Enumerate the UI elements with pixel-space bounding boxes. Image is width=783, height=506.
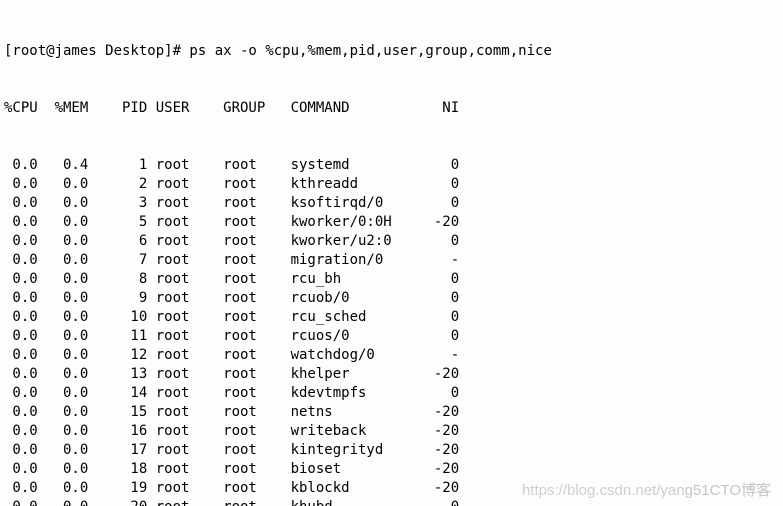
- ps-row: 0.0 0.0 15 root root netns -20: [4, 403, 779, 422]
- ps-row: 0.0 0.0 12 root root watchdog/0 -: [4, 346, 779, 365]
- ps-row: 0.0 0.0 9 root root rcuob/0 0: [4, 289, 779, 308]
- ps-rows: 0.0 0.4 1 root root systemd 0 0.0 0.0 2 …: [4, 156, 779, 506]
- ps-row: 0.0 0.0 7 root root migration/0 -: [4, 251, 779, 270]
- ps-row: 0.0 0.0 6 root root kworker/u2:0 0: [4, 232, 779, 251]
- ps-header-row: %CPU %MEM PID USER GROUP COMMAND NI: [4, 99, 779, 118]
- ps-row: 0.0 0.0 10 root root rcu_sched 0: [4, 308, 779, 327]
- ps-row: 0.0 0.0 19 root root kblockd -20: [4, 479, 779, 498]
- ps-row: 0.0 0.0 17 root root kintegrityd -20: [4, 441, 779, 460]
- ps-row: 0.0 0.0 13 root root khelper -20: [4, 365, 779, 384]
- ps-row: 0.0 0.0 20 root root khubd 0: [4, 498, 779, 506]
- ps-row: 0.0 0.0 2 root root kthreadd 0: [4, 175, 779, 194]
- ps-row: 0.0 0.0 14 root root kdevtmpfs 0: [4, 384, 779, 403]
- ps-row: 0.0 0.0 5 root root kworker/0:0H -20: [4, 213, 779, 232]
- ps-row: 0.0 0.0 3 root root ksoftirqd/0 0: [4, 194, 779, 213]
- ps-row: 0.0 0.4 1 root root systemd 0: [4, 156, 779, 175]
- ps-row: 0.0 0.0 18 root root bioset -20: [4, 460, 779, 479]
- ps-row: 0.0 0.0 16 root root writeback -20: [4, 422, 779, 441]
- ps-row: 0.0 0.0 8 root root rcu_bh 0: [4, 270, 779, 289]
- ps-row: 0.0 0.0 11 root root rcuos/0 0: [4, 327, 779, 346]
- shell-prompt-line: [root@james Desktop]# ps ax -o %cpu,%mem…: [4, 42, 779, 61]
- terminal-output: [root@james Desktop]# ps ax -o %cpu,%mem…: [0, 0, 783, 506]
